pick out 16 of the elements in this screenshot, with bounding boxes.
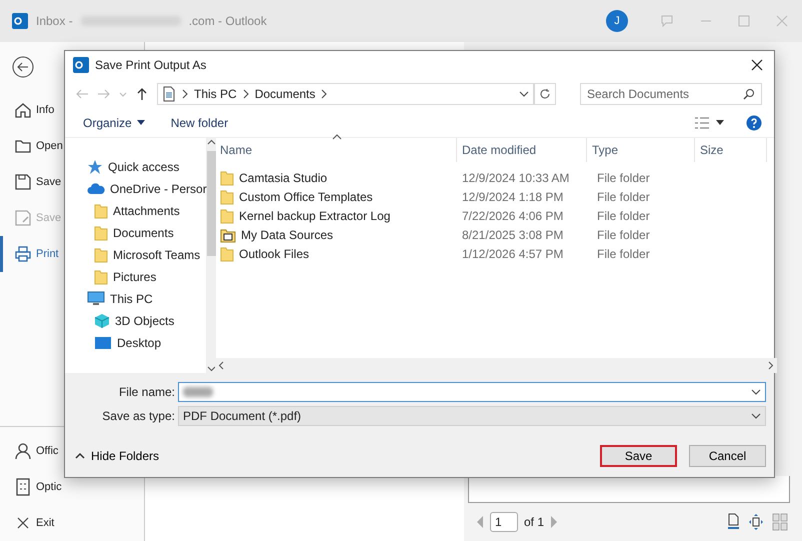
- page-count: of 1: [524, 515, 544, 529]
- type-cell-text: File folder: [596, 208, 651, 222]
- type-cell-text: File folder: [596, 246, 651, 260]
- date-cell-text: 1/12/2026 4:57 PM: [461, 246, 564, 260]
- window-title: Inbox -: [36, 14, 73, 28]
- type-cell-text: File folder: [596, 228, 651, 242]
- field-label: File name:: [118, 385, 176, 399]
- date-cell-text: 12/9/2024 10:33 AM: [461, 170, 570, 184]
- date-cell-text: 8/21/2025 3:08 PM: [461, 228, 564, 242]
- field-label: Save as type:: [101, 409, 176, 423]
- type-cell-text: File folder: [596, 190, 651, 204]
- type-cell-text: File folder: [596, 170, 651, 184]
- window-title: .com - Outlook: [188, 14, 267, 28]
- dialog-title: Save Print Output As: [95, 58, 206, 72]
- date-cell-text: 12/9/2024 1:18 PM: [461, 190, 564, 204]
- date-cell-text: 7/22/2026 4:06 PM: [461, 208, 564, 222]
